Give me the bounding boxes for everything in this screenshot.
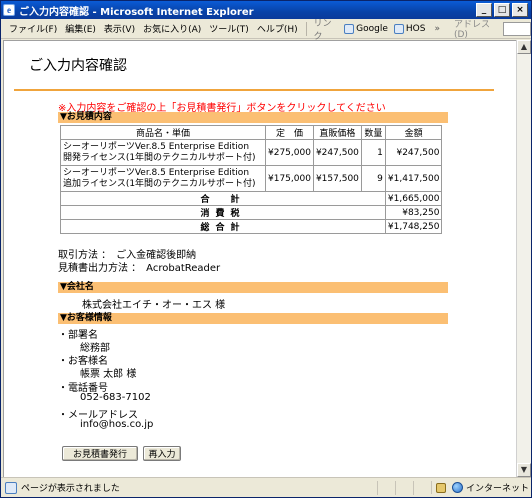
col-header-qty: 数量 (360, 125, 386, 140)
table-row: シーオーリポーツVer.8.5 Enterprise Edition 開発ライセ… (60, 139, 443, 166)
internet-globe-icon (452, 482, 463, 493)
lock-icon (436, 482, 446, 493)
window-title: ご入力内容確認 - Microsoft Internet Explorer (19, 6, 254, 18)
tax-label: 消費税 (60, 205, 386, 220)
link-google[interactable]: Google (341, 23, 391, 34)
direct-price-cell: ¥247,500 (312, 139, 362, 166)
subtotal-value: ¥1,665,000 (384, 191, 443, 206)
tax-value: ¥83,250 (384, 205, 443, 220)
col-header-direct-price: 直販価格 (312, 125, 362, 140)
menu-edit[interactable]: 編集(E) (61, 22, 100, 35)
links-label: リンク (313, 18, 332, 42)
total-row: 総合計 ¥1,748,250 (60, 219, 443, 234)
list-price-cell: ¥175,000 (265, 165, 314, 192)
product-name-line2: 追加ライセンス(1年間のテクニカルサポート付) (63, 178, 256, 189)
table-header-row: 商品名・単価 定 価 直販価格 数量 金額 (60, 125, 443, 140)
product-name-line2: 開発ライセンス(1年間のテクニカルサポート付) (63, 152, 256, 163)
status-cell (413, 480, 429, 495)
subtotal-row: 合 計 ¥1,665,000 (60, 191, 443, 206)
link-hos[interactable]: HOS (391, 23, 429, 34)
customer-name-value: 帳票 太郎 様 (80, 369, 137, 380)
menu-view[interactable]: 表示(V) (100, 22, 139, 35)
scroll-up-icon[interactable]: ▲ (517, 40, 531, 54)
tax-row: 消費税 ¥83,250 (60, 205, 443, 220)
menu-favorites[interactable]: お気に入り(A) (139, 22, 205, 35)
page-done-icon (5, 481, 17, 494)
col-header-product: 商品名・単価 (60, 125, 266, 140)
email-value: info@hos.co.jp (80, 419, 154, 430)
col-header-amount: 金額 (384, 125, 443, 140)
status-text: ページが表示されました (21, 484, 120, 494)
amount-cell: ¥247,500 (384, 139, 443, 166)
status-bar: ページが表示されました インターネット (1, 477, 531, 497)
reenter-button[interactable]: 再入力 (143, 446, 181, 461)
total-label: 総合計 (60, 219, 386, 234)
zone-label: インターネット (466, 484, 530, 494)
list-price-cell: ¥275,000 (265, 139, 314, 166)
address-label: アドレス(D) (453, 20, 490, 40)
customer-section-header: ▼お客様情報 (58, 313, 448, 324)
link-hos-label: HOS (405, 23, 426, 34)
minimize-button[interactable]: _ (476, 3, 492, 17)
qty-cell: 1 (360, 139, 386, 166)
direct-price-cell: ¥157,500 (312, 165, 362, 192)
status-cell (377, 480, 393, 495)
maximize-button[interactable]: □ (494, 3, 510, 17)
amount-cell: ¥1,417,500 (384, 165, 443, 192)
total-value: ¥1,748,250 (384, 219, 443, 234)
close-button[interactable]: × (512, 3, 528, 17)
title-bar[interactable]: e ご入力内容確認 - Microsoft Internet Explorer … (1, 1, 531, 19)
menu-separator (305, 21, 307, 36)
company-name: 株式会社エイチ・オー・エス 様 (82, 300, 226, 311)
link-google-label: Google (356, 23, 388, 34)
ie-page-icon: e (3, 4, 15, 16)
scroll-down-icon[interactable]: ▼ (517, 463, 531, 477)
browser-window: e ご入力内容確認 - Microsoft Internet Explorer … (0, 0, 532, 498)
address-dropdown[interactable] (503, 21, 531, 36)
security-zone: インターネット (431, 481, 531, 494)
product-name-cell: シーオーリポーツVer.8.5 Enterprise Edition 開発ライセ… (60, 139, 266, 166)
quote-section-header: ▼お見積内容 (58, 112, 448, 123)
product-name-line1: シーオーリポーツVer.8.5 Enterprise Edition (63, 167, 250, 178)
title-divider (14, 89, 494, 91)
output-method: 見積書出力方法 ： AcrobatReader (58, 263, 221, 274)
status-cell (395, 480, 411, 495)
page-viewport: ご入力内容確認 ※入力内容をご確認の上「お見積書発行」ボタンをクリックしてくださ… (3, 40, 516, 477)
quote-table: 商品名・単価 定 価 直販価格 数量 金額 シーオーリポーツVer.8.5 En… (60, 125, 443, 234)
menu-tools[interactable]: ツール(T) (205, 22, 253, 35)
company-section-header: ▼会社名 (58, 282, 448, 293)
menu-bar: ファイル(F) 編集(E) 表示(V) お気に入り(A) ツール(T) ヘルプ(… (1, 18, 531, 42)
vertical-scrollbar[interactable]: ▲ ▼ (516, 40, 531, 477)
col-header-list-price: 定 価 (265, 125, 314, 140)
product-name-cell: シーオーリポーツVer.8.5 Enterprise Edition 追加ライセ… (60, 165, 266, 192)
phone-value: 052-683-7102 (80, 392, 151, 403)
qty-cell: 9 (360, 165, 386, 192)
page-title: ご入力内容確認 (29, 58, 127, 74)
link-page-icon (393, 23, 404, 34)
menu-file[interactable]: ファイル(F) (5, 22, 61, 35)
product-name-line1: シーオーリポーツVer.8.5 Enterprise Edition (63, 141, 250, 152)
link-page-icon (344, 23, 355, 34)
subtotal-label: 合 計 (60, 191, 386, 206)
links-chevron-icon[interactable]: » (434, 24, 440, 34)
issue-quote-button[interactable]: お見積書発行 (62, 446, 138, 461)
table-row: シーオーリポーツVer.8.5 Enterprise Edition 追加ライセ… (60, 165, 443, 192)
menu-help[interactable]: ヘルプ(H) (253, 22, 302, 35)
